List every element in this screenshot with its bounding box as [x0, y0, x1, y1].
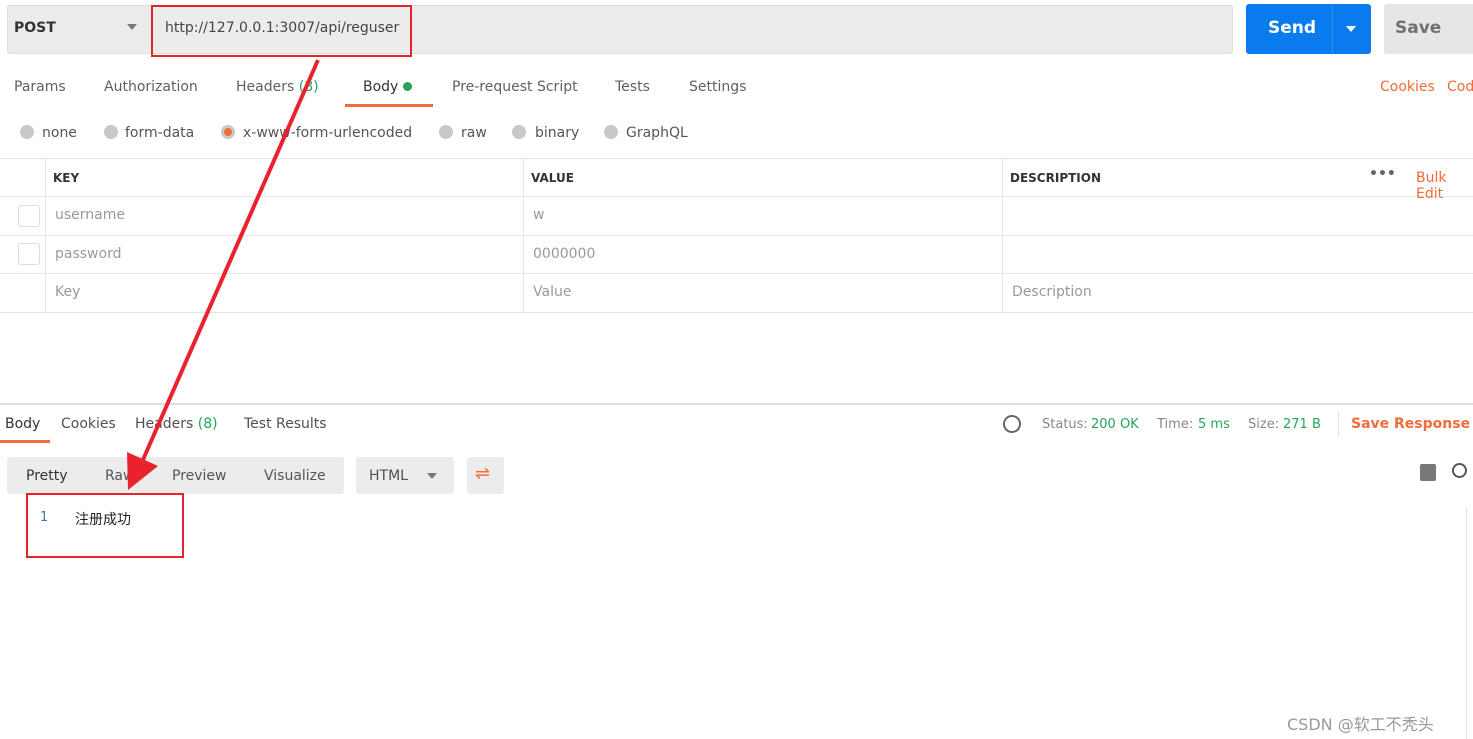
tab-tests[interactable]: Tests	[615, 79, 650, 95]
divider	[523, 158, 524, 312]
view-visualize[interactable]: Visualize	[264, 468, 326, 484]
url-input[interactable]: http://127.0.0.1:3007/api/reguser	[165, 20, 399, 36]
divider	[0, 158, 1473, 159]
save-label: Save	[1395, 18, 1442, 38]
tab-label: Headers	[135, 416, 194, 432]
response-tab-headers[interactable]: Headers (8)	[135, 416, 218, 432]
send-label: Send	[1268, 18, 1317, 38]
cookies-link[interactable]: Cookies	[1380, 79, 1435, 95]
divider	[45, 158, 46, 312]
view-pretty[interactable]: Pretty	[26, 468, 68, 484]
tab-label: Headers	[236, 79, 295, 95]
radio-graphql[interactable]	[604, 125, 618, 139]
column-header-key: KEY	[53, 171, 80, 185]
chevron-down-icon[interactable]	[127, 24, 137, 30]
time-value: 5 ms	[1198, 417, 1230, 432]
format-label: HTML	[369, 468, 408, 484]
headers-count: (8)	[197, 416, 218, 432]
view-preview[interactable]: Preview	[172, 468, 227, 484]
row-key[interactable]: password	[55, 246, 121, 262]
globe-icon[interactable]	[1003, 415, 1021, 433]
view-mode-selector: Pretty Raw Preview Visualize	[7, 457, 344, 494]
value-input[interactable]: Value	[533, 284, 571, 300]
method-select[interactable]: POST	[14, 20, 56, 36]
row-checkbox[interactable]	[18, 243, 40, 265]
tab-settings[interactable]: Settings	[689, 79, 746, 95]
tab-headers[interactable]: Headers (8)	[236, 79, 319, 95]
line-number: 1	[40, 510, 49, 525]
tab-authorization[interactable]: Authorization	[104, 79, 198, 95]
search-icon[interactable]	[1452, 463, 1467, 478]
column-header-description: DESCRIPTION	[1010, 171, 1102, 185]
row-value[interactable]: 0000000	[533, 246, 595, 262]
radio-x-www-form-urlencoded[interactable]	[221, 125, 235, 139]
radio-raw[interactable]	[439, 125, 453, 139]
response-line: 注册成功	[75, 512, 131, 528]
key-input[interactable]: Key	[55, 284, 80, 300]
row-checkbox[interactable]	[18, 205, 40, 227]
column-header-value: VALUE	[531, 171, 574, 185]
radio-label: none	[42, 125, 77, 141]
divider	[0, 196, 1473, 197]
size-label: Size:	[1248, 417, 1280, 432]
save-response-button[interactable]: Save Response	[1351, 416, 1470, 432]
divider	[0, 273, 1473, 274]
pane-splitter[interactable]	[0, 403, 1473, 405]
radio-label: x-www-form-urlencoded	[243, 125, 413, 141]
annotation-arrow	[140, 59, 320, 463]
active-tab-indicator	[345, 104, 433, 107]
watermark: CSDN @软工不秃头	[1287, 715, 1434, 734]
tab-pre-request-script[interactable]: Pre-request Script	[452, 79, 578, 95]
response-tab-body[interactable]: Body	[5, 416, 40, 432]
annotation-overlay	[26, 5, 412, 558]
chevron-down-icon	[427, 473, 437, 479]
radio-label: binary	[535, 125, 580, 141]
copy-icon[interactable]	[1420, 464, 1436, 481]
send-button[interactable]: Send	[1246, 4, 1371, 54]
more-options-icon[interactable]: •••	[1369, 166, 1396, 182]
active-dot-icon	[402, 82, 412, 91]
status-label: Status:	[1042, 417, 1088, 432]
chevron-down-icon[interactable]	[1346, 26, 1356, 32]
row-key[interactable]: username	[55, 207, 125, 223]
radio-form-data[interactable]	[104, 125, 118, 139]
active-tab-indicator	[0, 440, 50, 443]
size-value: 271 B	[1283, 417, 1321, 432]
divider	[1338, 412, 1339, 436]
radio-label: form-data	[125, 125, 195, 141]
radio-none[interactable]	[20, 125, 34, 139]
save-button[interactable]: Save	[1384, 4, 1473, 54]
radio-label: GraphQL	[626, 125, 688, 141]
radio-binary[interactable]	[512, 125, 526, 139]
tab-params[interactable]: Params	[14, 79, 66, 95]
tab-body[interactable]: Body	[363, 79, 412, 95]
description-input[interactable]: Description	[1012, 284, 1092, 300]
divider	[1002, 158, 1003, 312]
divider	[0, 312, 1473, 313]
code-link[interactable]: Code	[1447, 79, 1473, 95]
response-tab-test-results[interactable]: Test Results	[244, 416, 327, 432]
divider	[0, 235, 1473, 236]
time-label: Time:	[1157, 417, 1194, 432]
status-value: 200 OK	[1091, 417, 1139, 432]
row-value[interactable]: w	[533, 207, 544, 223]
tab-label: Body	[363, 79, 399, 95]
radio-label: raw	[461, 125, 487, 141]
response-tab-cookies[interactable]: Cookies	[61, 416, 116, 432]
scrollbar[interactable]	[1466, 508, 1467, 739]
wrap-icon: ⇌	[475, 463, 491, 484]
headers-count: (8)	[298, 79, 319, 95]
view-raw[interactable]: Raw	[105, 468, 134, 484]
bulk-edit-link[interactable]: Bulk Edit	[1416, 170, 1473, 202]
format-select[interactable]: HTML	[356, 457, 454, 494]
wrap-lines-button[interactable]: ⇌	[467, 457, 504, 494]
